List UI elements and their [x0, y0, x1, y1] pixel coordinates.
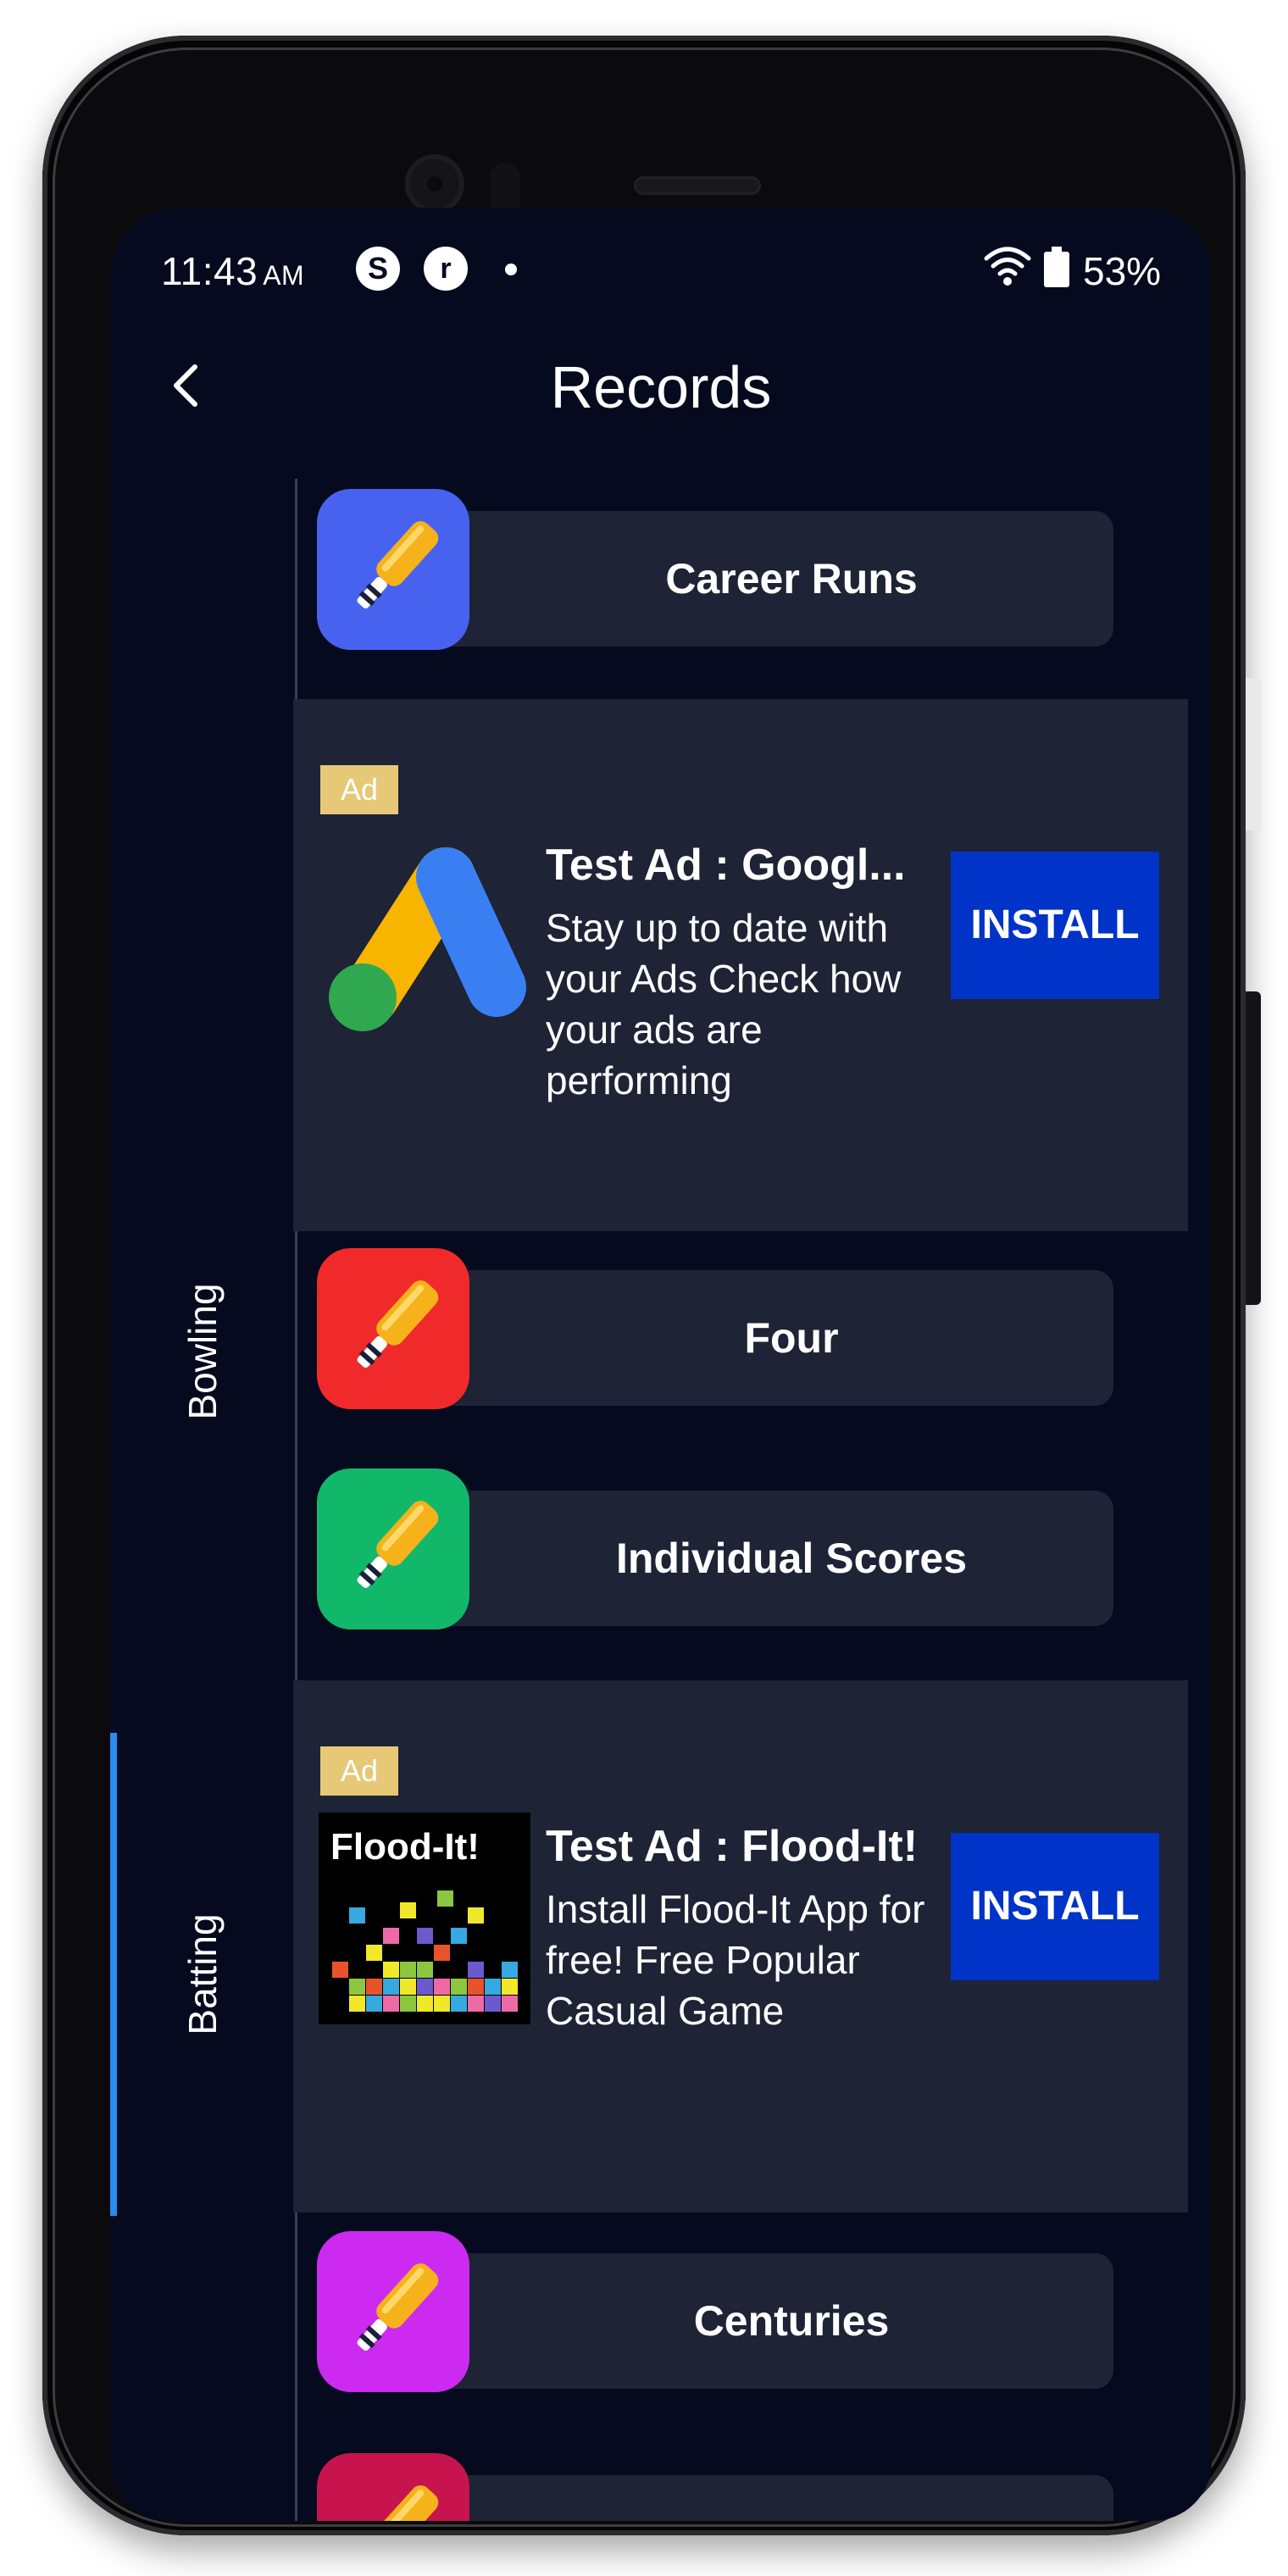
flood-it-app-image: Flood-It! [319, 1813, 530, 2024]
tab-batting[interactable]: Batting [110, 1733, 295, 2216]
record-item-four[interactable]: Four [317, 1248, 1113, 1409]
ad-badge: Ad [320, 1746, 398, 1796]
ad-banner-flood-it[interactable]: Ad Flood-It! Test Ad: Flood-It! Install… [293, 1680, 1188, 2212]
ad-title: Test Ad : Flood-It! [546, 1822, 919, 1871]
power-button [1246, 991, 1261, 1305]
ad-banner-google-ads[interactable]: Ad Test Ad : Googl... Stay up to date wi… [293, 699, 1188, 1231]
battery-percent: 53% [1083, 249, 1162, 293]
wifi-icon [984, 247, 1031, 286]
record-label: Career Runs [665, 555, 918, 602]
install-button[interactable]: INSTALL [951, 852, 1159, 999]
tab-bowling[interactable]: Bowling [110, 1224, 295, 1479]
app-screen: 11:43AM S r 53% Records Bowling Batting [110, 208, 1212, 2521]
battery-icon [1044, 247, 1069, 287]
cricket-bat-icon [317, 1468, 469, 1629]
flood-it-logo-text: Flood-It! [330, 1826, 480, 1868]
volume-button [1246, 678, 1261, 830]
earpiece-speaker [634, 176, 761, 195]
cricket-bat-icon [317, 489, 469, 650]
cricket-bat-icon [317, 2231, 469, 2392]
front-camera [405, 154, 464, 214]
record-item-individual-scores[interactable]: Individual Scores [317, 1468, 1113, 1629]
ad-description: Install Flood-It App for free! Free Popu… [546, 1887, 925, 2033]
vertical-tab-bar: Bowling Batting [110, 479, 297, 2521]
app-bar: Records [110, 309, 1212, 458]
r-app-icon: r [424, 247, 468, 291]
tab-label: Bowling [180, 1283, 225, 1420]
install-button[interactable]: INSTALL [951, 1833, 1159, 1980]
ad-title: Test Ad : Googl... [546, 841, 906, 890]
cricket-bat-icon [317, 2453, 469, 2521]
selected-tab-indicator [110, 1733, 117, 2216]
skype-icon: S [356, 247, 400, 291]
more-notifications-dot-icon [505, 264, 517, 275]
page-title: Records [550, 354, 772, 420]
ad-badge: Ad [320, 765, 398, 814]
tab-label: Batting [180, 1913, 225, 2035]
cricket-bat-icon [317, 1248, 469, 1409]
records-list: Career Runs Ad Test Ad : Googl... Stay u… [293, 479, 1212, 2521]
record-label [469, 2475, 1113, 2521]
record-item-career-runs[interactable]: Career Runs [317, 489, 1113, 650]
ad-description: Stay up to date with your Ads Check how … [546, 906, 902, 1102]
status-bar: 11:43 AM S r 53% [110, 208, 1212, 309]
google-ads-logo-icon [329, 847, 526, 1031]
status-clock: 11:43 AM [161, 249, 305, 293]
record-item-partial[interactable] [317, 2453, 1113, 2521]
record-label: Individual Scores [615, 1535, 967, 1582]
record-item-centuries[interactable]: Centuries [317, 2231, 1113, 2392]
record-label: Four [744, 1314, 839, 1362]
record-label: Centuries [693, 2297, 890, 2345]
